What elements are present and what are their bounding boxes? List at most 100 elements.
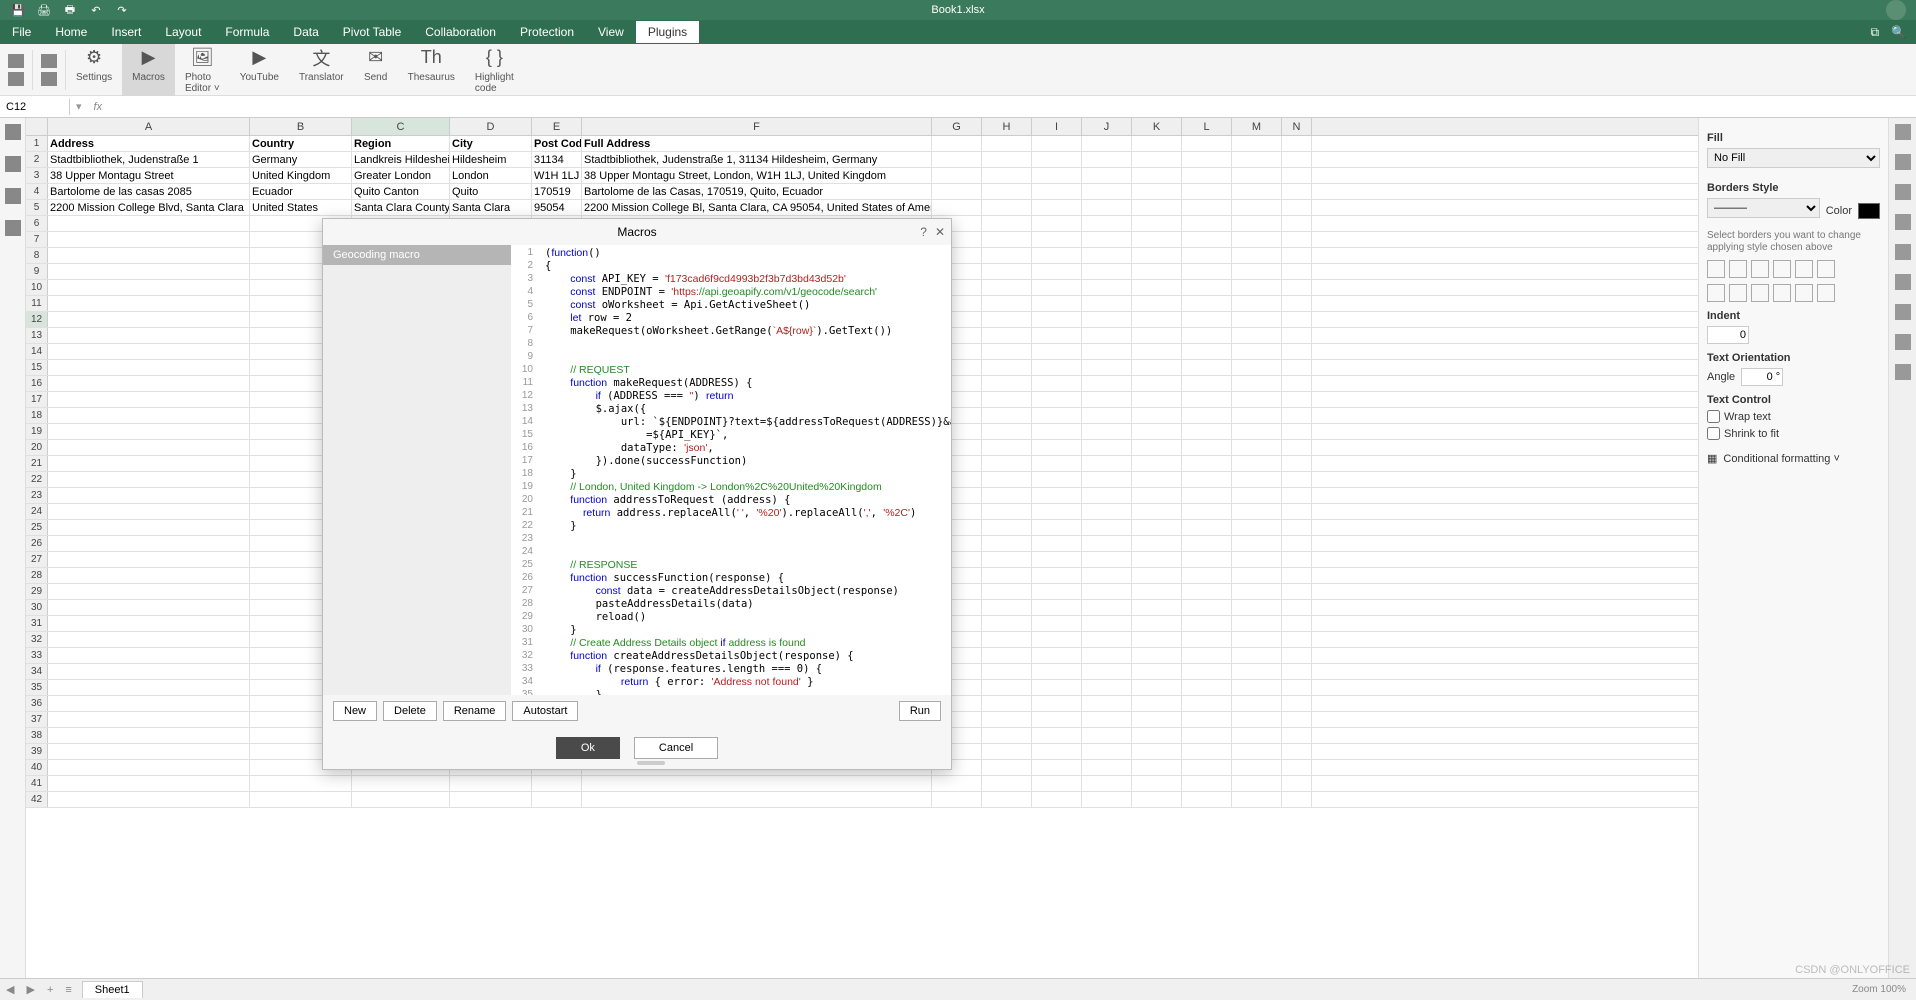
tab-prev-icon[interactable]: ◀ (0, 983, 20, 996)
cell[interactable] (1182, 456, 1232, 471)
cell[interactable] (982, 552, 1032, 567)
cell[interactable] (1232, 552, 1282, 567)
cell[interactable] (1032, 568, 1082, 583)
conditional-formatting-label[interactable]: Conditional formatting ˅ (1723, 453, 1839, 465)
cell[interactable] (1082, 648, 1132, 663)
cell[interactable] (982, 424, 1032, 439)
row-header[interactable]: 1 (26, 136, 48, 151)
cell[interactable] (1182, 264, 1232, 279)
border-horiz-icon[interactable] (1773, 284, 1791, 302)
cell[interactable] (1282, 488, 1312, 503)
menu-protection[interactable]: Protection (508, 21, 586, 43)
cell[interactable] (932, 168, 982, 183)
cell[interactable] (982, 488, 1032, 503)
cell[interactable] (1182, 536, 1232, 551)
cell[interactable] (1232, 504, 1282, 519)
ribbon-thesaurus[interactable]: ThThesaurus (398, 44, 465, 96)
ribbon-send[interactable]: ✉Send (354, 44, 398, 96)
cell[interactable] (1082, 440, 1132, 455)
slicer-settings-icon[interactable] (1895, 334, 1911, 350)
cell[interactable] (1132, 744, 1182, 759)
conditional-formatting-icon[interactable]: ▦ (1707, 452, 1717, 465)
cell[interactable] (1032, 408, 1082, 423)
cell[interactable] (1132, 392, 1182, 407)
fill-select[interactable]: No Fill (1707, 148, 1880, 168)
border-inner-icon[interactable] (1773, 260, 1791, 278)
close-icon[interactable]: ✕ (935, 225, 945, 239)
cell[interactable]: Quito (450, 184, 532, 199)
cell[interactable] (1132, 648, 1182, 663)
cell[interactable] (1132, 456, 1182, 471)
cell[interactable] (1132, 584, 1182, 599)
cell[interactable] (1082, 312, 1132, 327)
cancel-button[interactable]: Cancel (634, 737, 718, 759)
cell[interactable] (1182, 584, 1232, 599)
row-header[interactable]: 30 (26, 600, 48, 615)
copy-icon[interactable] (8, 54, 24, 68)
indent-input[interactable] (1707, 326, 1749, 344)
cell[interactable] (982, 536, 1032, 551)
cell[interactable] (1182, 632, 1232, 647)
cell[interactable] (1032, 152, 1082, 167)
cell[interactable] (982, 360, 1032, 375)
cell[interactable] (982, 456, 1032, 471)
clone-icon[interactable] (41, 72, 57, 86)
save-icon[interactable]: 💾 (10, 2, 26, 18)
cell[interactable] (1032, 440, 1082, 455)
cell[interactable] (1132, 552, 1182, 567)
cell[interactable] (250, 776, 352, 791)
cell[interactable] (1282, 360, 1312, 375)
cell[interactable] (1132, 312, 1182, 327)
cell[interactable] (1232, 664, 1282, 679)
cell[interactable] (1282, 568, 1312, 583)
cell[interactable] (1032, 264, 1082, 279)
quickprint-icon[interactable]: 🖶 (62, 2, 78, 18)
cell[interactable] (1232, 680, 1282, 695)
cell[interactable] (1082, 472, 1132, 487)
cell[interactable]: Ecuador (250, 184, 352, 199)
cell[interactable]: United Kingdom (250, 168, 352, 183)
cell[interactable] (1082, 776, 1132, 791)
cell[interactable] (1132, 728, 1182, 743)
cell[interactable]: Bartolome de las Casas, 170519, Quito, E… (582, 184, 932, 199)
cell[interactable] (932, 136, 982, 151)
cell[interactable] (1282, 472, 1312, 487)
cell[interactable] (48, 520, 250, 535)
cell[interactable] (1232, 280, 1282, 295)
redo-icon[interactable]: ↷ (114, 2, 130, 18)
cell[interactable] (982, 408, 1032, 423)
cell[interactable] (982, 264, 1032, 279)
col-header-K[interactable]: K (1132, 118, 1182, 135)
cell[interactable] (1232, 472, 1282, 487)
menu-plugins[interactable]: Plugins (636, 21, 699, 43)
cell[interactable] (1032, 552, 1082, 567)
cell[interactable] (1082, 520, 1132, 535)
cell[interactable] (1232, 616, 1282, 631)
cell[interactable] (1182, 616, 1232, 631)
cell[interactable] (1132, 248, 1182, 263)
cell[interactable] (982, 680, 1032, 695)
cell[interactable] (1282, 616, 1312, 631)
cell[interactable] (1232, 232, 1282, 247)
ok-button[interactable]: Ok (556, 737, 620, 759)
border-all-icon[interactable] (1729, 260, 1747, 278)
cell[interactable] (982, 392, 1032, 407)
row-header[interactable]: 5 (26, 200, 48, 215)
cell[interactable] (1082, 296, 1132, 311)
cell[interactable] (1182, 600, 1232, 615)
cell[interactable] (1182, 568, 1232, 583)
cell[interactable] (1132, 616, 1182, 631)
cell[interactable] (1182, 488, 1232, 503)
border-diag-down-icon[interactable] (1817, 260, 1835, 278)
code-editor[interactable]: 1234567891011121314151617181920212223242… (511, 245, 951, 695)
cell[interactable]: Greater London (352, 168, 450, 183)
cell[interactable] (48, 664, 250, 679)
cell[interactable] (48, 296, 250, 311)
row-header[interactable]: 41 (26, 776, 48, 791)
cell[interactable] (1282, 648, 1312, 663)
pivot-settings-icon[interactable] (1895, 304, 1911, 320)
cell[interactable] (1132, 760, 1182, 775)
cell[interactable]: Stadtbibliothek, Judenstraße 1, 31134 Hi… (582, 152, 932, 167)
row-header[interactable]: 11 (26, 296, 48, 311)
row-header[interactable]: 24 (26, 504, 48, 519)
